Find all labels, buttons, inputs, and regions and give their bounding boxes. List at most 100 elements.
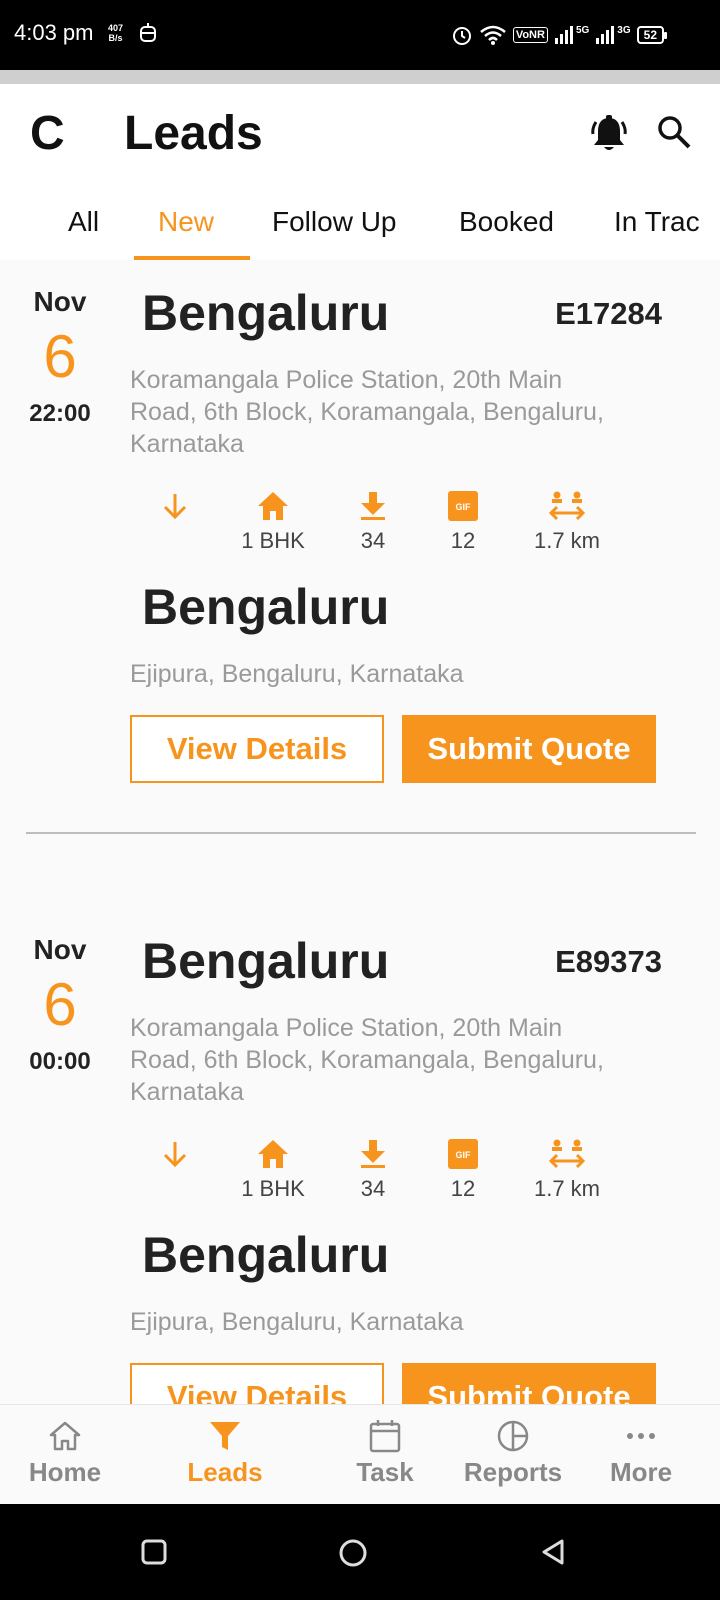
back-icon[interactable] (540, 1538, 568, 1566)
distance-icon (548, 1139, 586, 1169)
stat-direction (130, 1138, 220, 1170)
stat-distance-value: 1.7 km (533, 1176, 601, 1201)
app-logo: C (30, 107, 65, 160)
stat-download: 34 (328, 1138, 418, 1202)
home-icon (258, 492, 288, 520)
lead-date-month: Nov (33, 286, 87, 317)
system-nav-bar (0, 1504, 720, 1600)
nav-reports-label: Reports (463, 1457, 563, 1487)
drop-address: Ejipura, Bengaluru, Karnataka (130, 1308, 464, 1336)
stat-direction (130, 490, 220, 522)
drop-address: Ejipura, Bengaluru, Karnataka (130, 660, 464, 688)
nav-home[interactable]: Home (0, 1419, 130, 1488)
vonr-badge: VoNR (512, 27, 548, 43)
net-speed-unit: B/s (108, 33, 123, 43)
stat-gif-value: 12 (450, 1176, 476, 1201)
alarm-icon (452, 27, 471, 45)
nav-leads-label: Leads (187, 1457, 263, 1487)
stat-distance: 1.7 km (522, 1138, 612, 1202)
nav-more[interactable]: More (576, 1419, 706, 1488)
gif-badge-text: GIF (456, 1150, 472, 1160)
signal-icon (596, 26, 615, 44)
stat-distance-value: 1.7 km (533, 528, 601, 553)
filter-icon (210, 1422, 240, 1450)
home-icon (49, 1421, 81, 1451)
stat-home: 1 BHK (228, 1138, 318, 1202)
stat-download: 34 (328, 490, 418, 554)
stat-download-value: 34 (360, 1176, 386, 1201)
header-shadow (0, 70, 720, 84)
lead-id: E17284 (555, 296, 662, 331)
app-screen: C Leads All New Follow Up Booked In Trac… (0, 84, 720, 1504)
nav-task[interactable]: Task (320, 1419, 450, 1488)
distance-icon (548, 491, 586, 521)
pickup-city: Bengaluru (142, 933, 390, 989)
nav-task-label: Task (356, 1457, 414, 1487)
lead-date-month: Nov (33, 934, 87, 965)
battery-indicator: 52 (636, 26, 668, 44)
nav-more-label: More (609, 1457, 673, 1487)
network-3g: 3G (617, 24, 631, 36)
tab-bar: All New Follow Up Booked In Trac (0, 188, 720, 260)
pickup-address: Koramangala Police Station, 20th Main Ro… (130, 1014, 604, 1106)
net-speed: 407 B/s (108, 23, 123, 43)
network-5g: 5G (575, 24, 590, 36)
status-time: 4:03 pm (14, 20, 94, 45)
lead-time: 22:00 (29, 400, 91, 427)
tab-follow-up[interactable]: Follow Up (272, 206, 396, 238)
nav-leads[interactable]: Leads (160, 1419, 290, 1488)
gif-icon: GIF (448, 491, 478, 521)
net-speed-value: 407 (108, 23, 124, 33)
gif-badge-text: GIF (456, 502, 472, 512)
bell-icon[interactable] (590, 114, 628, 154)
lead-date-day: 6 (43, 971, 77, 1038)
view-details-button[interactable]: View Details (130, 715, 384, 783)
signal-icon (554, 26, 573, 44)
page-title: Leads (124, 107, 263, 160)
lead-id: E89373 (555, 944, 662, 979)
lead-stats: 1 BHK 34 GIF 12 1.7 km (130, 1138, 650, 1218)
lead-stats: 1 BHK 34 GIF 12 1.7 km (130, 490, 650, 570)
active-tab-indicator (134, 256, 250, 260)
stat-gif: GIF 12 (418, 490, 508, 554)
stat-gif-value: 12 (450, 528, 476, 553)
lead-date-day: 6 (43, 323, 77, 390)
download-icon (361, 492, 385, 520)
pickup-city: Bengaluru (142, 285, 390, 341)
stat-download-value: 34 (360, 528, 386, 553)
home-icon (258, 1140, 288, 1168)
status-bar: 4:03 pm 407 B/s VoNR 5G 3G 52 (0, 0, 720, 70)
nav-home-label: Home (28, 1457, 102, 1487)
wifi-icon (480, 25, 506, 45)
gif-icon: GIF (448, 1139, 478, 1169)
download-icon (361, 1140, 385, 1168)
pickup-address: Koramangala Police Station, 20th Main Ro… (130, 366, 604, 458)
stat-home-value: 1 BHK (241, 528, 305, 553)
recents-icon[interactable] (140, 1538, 168, 1566)
drop-city: Bengaluru (142, 579, 390, 635)
calendar-icon (369, 1420, 401, 1453)
tab-new[interactable]: New (158, 206, 214, 238)
more-dots-icon (627, 1433, 655, 1439)
nav-reports[interactable]: Reports (448, 1419, 578, 1488)
arrow-down-icon (163, 494, 187, 520)
stat-gif: GIF 12 (418, 1138, 508, 1202)
lead-time: 00:00 (29, 1048, 91, 1075)
home-circle-icon[interactable] (338, 1538, 368, 1568)
tab-booked[interactable]: Booked (459, 206, 554, 238)
app-header: C Leads All New Follow Up Booked In Trac (0, 84, 720, 260)
stat-home-value: 1 BHK (241, 1176, 305, 1201)
robot-icon (140, 23, 156, 42)
arrow-down-icon (163, 1142, 187, 1168)
drop-city: Bengaluru (142, 1227, 390, 1283)
tab-all[interactable]: All (68, 206, 99, 238)
stat-distance: 1.7 km (522, 490, 612, 554)
status-icons: VoNR 5G 3G 52 (451, 22, 668, 48)
lead-separator (26, 832, 696, 834)
bottom-nav: Home Leads Task Reports More (0, 1404, 720, 1504)
stat-home: 1 BHK (228, 490, 318, 554)
submit-quote-button[interactable]: Submit Quote (402, 715, 656, 783)
tab-in-transit[interactable]: In Trac (614, 206, 700, 238)
pie-chart-icon (497, 1420, 529, 1452)
search-icon[interactable] (656, 114, 692, 150)
